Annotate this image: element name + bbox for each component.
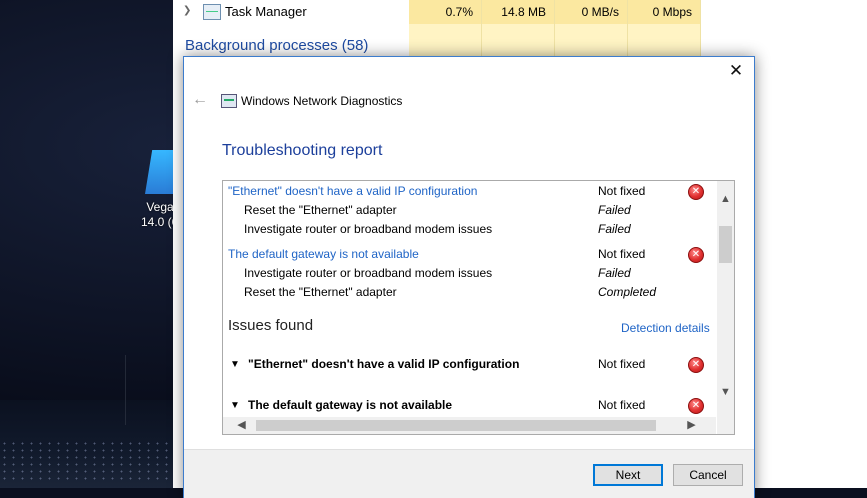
close-icon[interactable]: ✕: [724, 61, 748, 81]
step-label: Investigate router or broadband modem is…: [244, 266, 493, 280]
issue-status: Not fixed: [598, 184, 646, 198]
horizontal-scroll-thumb[interactable]: [256, 420, 656, 431]
step-row: Investigate router or broadband modem is…: [223, 220, 716, 239]
dialog-title: Windows Network Diagnostics: [241, 94, 403, 108]
found-issue-label: The default gateway is not available: [248, 398, 453, 412]
step-result: Completed: [598, 285, 657, 299]
process-row-task-manager[interactable]: ❯ Task Manager 0.7% 14.8 MB 0 MB/s 0 Mbp…: [173, 0, 867, 24]
task-manager-icon: [203, 4, 221, 20]
cancel-button[interactable]: Cancel: [673, 464, 743, 486]
step-result: Failed: [598, 266, 631, 280]
process-disk: 0 MB/s: [555, 0, 627, 24]
step-row: Reset the "Ethernet" adapter Completed: [223, 283, 716, 302]
issue-title-link[interactable]: "Ethernet" doesn't have a valid IP confi…: [228, 182, 477, 201]
process-name: Task Manager: [225, 4, 307, 19]
found-issue-label: "Ethernet" doesn't have a valid IP confi…: [248, 357, 520, 371]
issue-row[interactable]: "Ethernet" doesn't have a valid IP confi…: [223, 182, 716, 201]
step-label: Reset the "Ethernet" adapter: [244, 203, 397, 217]
step-label: Reset the "Ethernet" adapter: [244, 285, 397, 299]
background-processes-heading[interactable]: Background processes (58): [185, 37, 368, 54]
expand-triangle-icon[interactable]: ▼: [230, 396, 240, 415]
scroll-left-icon[interactable]: ◀: [233, 417, 250, 434]
scroll-down-icon[interactable]: ▼: [717, 384, 734, 401]
step-row: Reset the "Ethernet" adapter Failed: [223, 201, 716, 220]
step-result: Failed: [598, 222, 631, 236]
report-panel[interactable]: "Ethernet" doesn't have a valid IP confi…: [222, 180, 735, 435]
issues-found-heading: Issues found: [228, 317, 314, 334]
error-x-icon: ✕: [688, 247, 704, 263]
back-arrow-icon[interactable]: ←: [192, 91, 208, 109]
vertical-scroll-thumb[interactable]: [719, 226, 732, 263]
process-cpu: 0.7%: [409, 0, 481, 24]
step-row: Investigate router or broadband modem is…: [223, 264, 716, 283]
report-title: Troubleshooting report: [222, 142, 383, 159]
error-x-icon: ✕: [688, 398, 704, 414]
found-issue-status: Not fixed: [598, 398, 646, 412]
network-diagnostics-icon: [221, 94, 237, 108]
process-network: 0 Mbps: [628, 0, 700, 24]
network-diagnostics-dialog: ✕ ← Windows Network Diagnostics Troubles…: [183, 56, 755, 498]
issue-row[interactable]: The default gateway is not available Not…: [223, 245, 716, 264]
tree-silhouette: [125, 355, 166, 425]
found-issue-status: Not fixed: [598, 357, 646, 371]
process-memory: 14.8 MB: [482, 0, 554, 24]
scroll-right-icon[interactable]: ▶: [683, 417, 700, 434]
error-x-icon: ✕: [688, 184, 704, 200]
horizontal-scrollbar[interactable]: ◀ ▶: [223, 417, 716, 434]
error-x-icon: ✕: [688, 357, 704, 373]
expand-triangle-icon[interactable]: ▼: [230, 355, 240, 374]
found-issue-row[interactable]: ▼ "Ethernet" doesn't have a valid IP con…: [223, 355, 716, 374]
detection-details-link[interactable]: Detection details: [621, 321, 710, 335]
chevron-right-icon[interactable]: ❯: [183, 5, 191, 16]
vertical-scrollbar[interactable]: ▲ ▼: [717, 181, 734, 417]
dialog-footer: Next Cancel: [184, 449, 754, 498]
next-button[interactable]: Next: [593, 464, 663, 486]
step-label: Investigate router or broadband modem is…: [244, 222, 493, 236]
found-issue-row[interactable]: ▼ The default gateway is not available N…: [223, 396, 716, 415]
step-result: Failed: [598, 203, 631, 217]
issue-title-link[interactable]: The default gateway is not available: [228, 245, 419, 264]
issue-status: Not fixed: [598, 247, 646, 261]
scroll-up-icon[interactable]: ▲: [717, 191, 734, 208]
